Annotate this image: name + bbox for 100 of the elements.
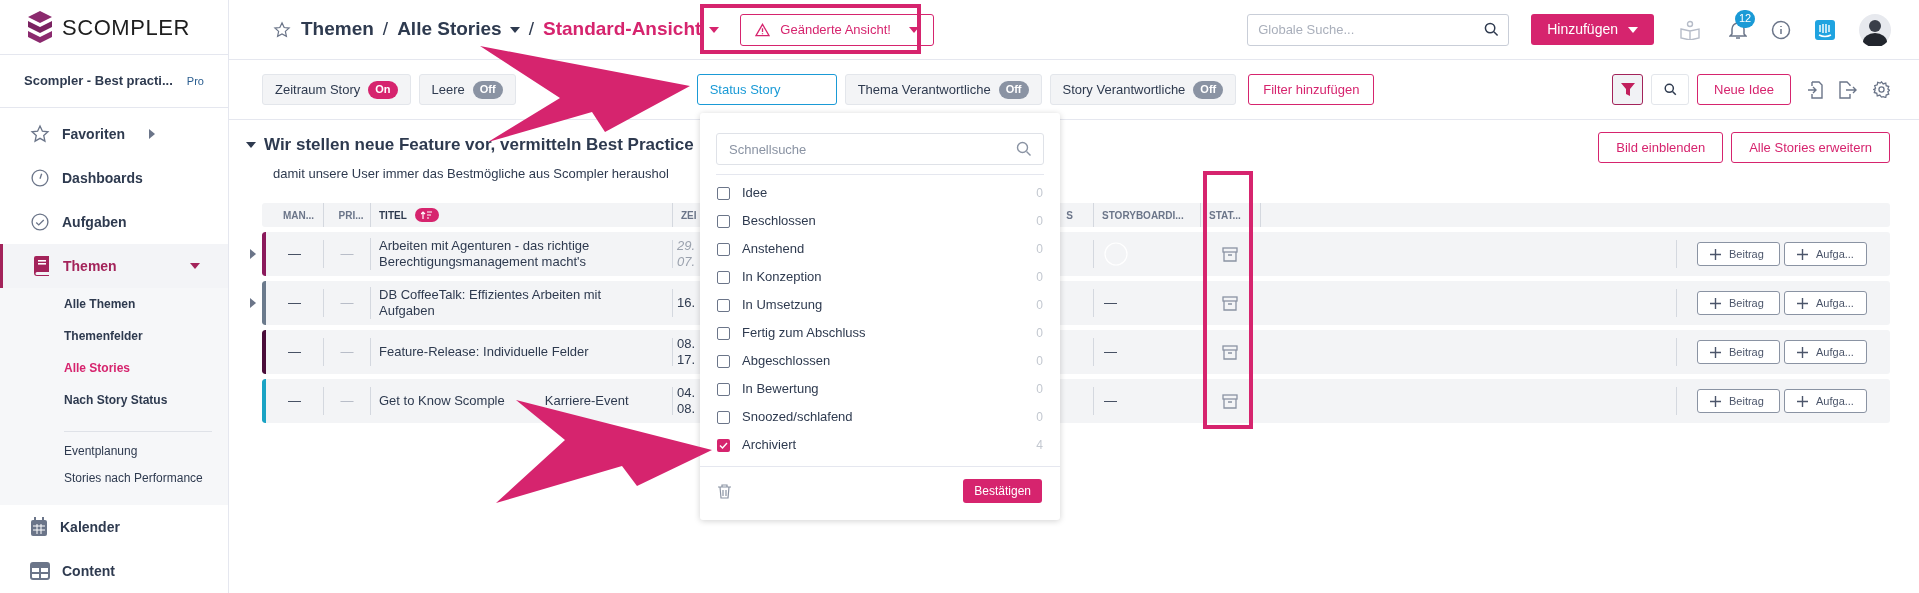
outline-button[interactable]: Alle Stories erweitern [1731,132,1890,163]
nav-item[interactable]: Aufgaben [0,200,228,244]
search-icon [1484,21,1500,37]
plus-icon [1797,297,1808,309]
filter-label: Status Story [709,80,781,99]
add-action-button[interactable]: Aufga... [1784,389,1867,413]
nav-item[interactable]: Dashboards [0,156,228,200]
toggle-pill[interactable]: On [368,80,398,99]
import-icon[interactable] [1807,80,1823,99]
checkbox[interactable] [717,410,730,424]
archive-icon [1222,295,1238,311]
section-subtitle: damit unsere User immer das Bestmögliche aus Scompler heraushol [273,164,670,183]
outline-button[interactable]: Bild einblenden [1598,132,1724,163]
checkbox[interactable] [717,326,730,340]
search-button[interactable] [1651,74,1689,105]
nav-item[interactable]: Content [0,549,228,593]
add-action-button[interactable]: Beitrag [1697,291,1780,315]
column-header[interactable]: TITEL [379,207,407,223]
search-field[interactable]: Globale Suche... [1247,13,1510,46]
option-count: 0 [1036,297,1043,314]
status-option[interactable]: Abgeschlossen 0 [700,347,1060,375]
avatar-icon[interactable] [1859,13,1891,46]
column-header[interactable]: STORYBOARDI... [1102,207,1184,223]
add-filter-button[interactable]: Filter hinzufügen [1248,74,1375,105]
table-cell: 08. [677,401,696,417]
chat-icon[interactable] [1815,19,1835,40]
export-icon[interactable] [1839,80,1857,99]
add-action-button[interactable]: Beitrag [1697,389,1780,413]
status-option[interactable]: Anstehend 0 [700,235,1060,263]
status-option[interactable]: Beschlossen 0 [700,207,1060,235]
filter-chip[interactable]: Leere Off [418,74,516,105]
filter-chip[interactable]: Zeitraum Story On [262,74,411,105]
status-option[interactable]: Idee 0 [700,179,1060,207]
quick-search-field[interactable]: Schnellsuche [716,133,1044,165]
option-label: Abgeschlossen [742,352,831,371]
column-header[interactable]: MAN... [282,207,315,223]
table-cell-text: — [288,245,301,264]
search-icon [1663,83,1677,96]
checkbox[interactable] [717,354,730,368]
table-cell-text: DB CoffeeTalk: Effizientes Arbeiten mit Aufgaben [379,287,603,319]
status-option[interactable]: Archiviert 4 [700,431,1060,459]
column-header[interactable]: ZEI [681,207,697,223]
option-count: 0 [1036,213,1043,230]
nav-item[interactable]: Themen [0,244,228,288]
info-icon[interactable] [1771,19,1791,40]
nav-item[interactable]: Favoriten [0,112,228,156]
checkbox[interactable] [717,298,730,312]
option-count: 0 [1036,185,1043,202]
confirm-button[interactable]: Bestätigen [963,479,1042,503]
caret-icon [250,249,256,259]
new-idea-button[interactable]: Neue Idee [1697,74,1791,105]
filter-chip[interactable]: Story Verantwortliche Off [1049,74,1237,105]
add-action-button[interactable]: Aufga... [1784,340,1867,364]
add-action-button[interactable]: Beitrag [1697,340,1780,364]
checkbox[interactable] [717,242,730,256]
workspace-name[interactable]: Scompler - Best practi... [24,71,173,91]
option-count: 4 [1036,437,1043,454]
submenu-item[interactable]: Alle Stories [64,359,131,377]
table-cell-text: Arbeiten mit Agenturen - das richtige Berechtigungsmanagement macht's [379,238,591,270]
option-label: In Umsetzung [742,296,823,315]
table-cell-text: — [288,343,301,362]
filter-chip[interactable]: Thema Verantwortliche Off [844,74,1042,105]
add-action-button[interactable]: Beitrag [1697,242,1780,266]
trash-icon[interactable] [718,483,731,499]
submenu-item[interactable]: Eventplanung [64,441,138,460]
book-icon [33,256,51,276]
column-header[interactable]: STAT... [1209,207,1241,223]
changed-view-button[interactable]: Geänderte Ansicht! [740,13,934,46]
star-icon[interactable] [273,20,291,39]
add-action-button[interactable]: Aufga... [1784,291,1867,315]
nav-item[interactable]: Kalender [0,505,228,549]
column-header[interactable]: S [1066,207,1073,223]
check-icon [719,441,728,449]
filter-button[interactable] [1612,74,1643,105]
checkbox[interactable] [717,270,730,284]
submenu-item[interactable]: Themenfelder [64,327,143,345]
table-cell-text: — [288,392,301,411]
sort-badge[interactable] [414,208,439,222]
checkbox[interactable] [717,186,730,200]
breadcrumb-item[interactable]: Standard-Ansicht [542,15,720,44]
column-header[interactable]: PRI... [338,207,364,223]
add-button[interactable]: Hinzufügen [1531,14,1654,45]
add-action-button[interactable]: Aufga... [1784,242,1867,266]
warning-icon [755,22,771,37]
checkbox[interactable] [717,214,730,228]
caret-icon [908,26,919,33]
plus-icon [1710,395,1721,407]
submenu-item[interactable]: Alle Themen [64,295,136,313]
submenu-item[interactable]: Nach Story Status [64,391,168,409]
checkbox[interactable] [717,438,730,452]
gauge-icon [30,168,50,188]
submenu-item[interactable]: Stories nach Performance [64,468,203,487]
status-option[interactable]: In Umsetzung 0 [700,291,1060,319]
settings-icon[interactable] [1873,81,1890,98]
option-count: 0 [1036,241,1043,258]
breadcrumb-item[interactable]: Alle Stories [397,15,520,44]
calendar-icon [30,517,48,537]
breadcrumb-item[interactable]: Themen [301,15,374,44]
option-label: Anstehend [742,240,805,259]
checkbox[interactable] [717,382,730,396]
